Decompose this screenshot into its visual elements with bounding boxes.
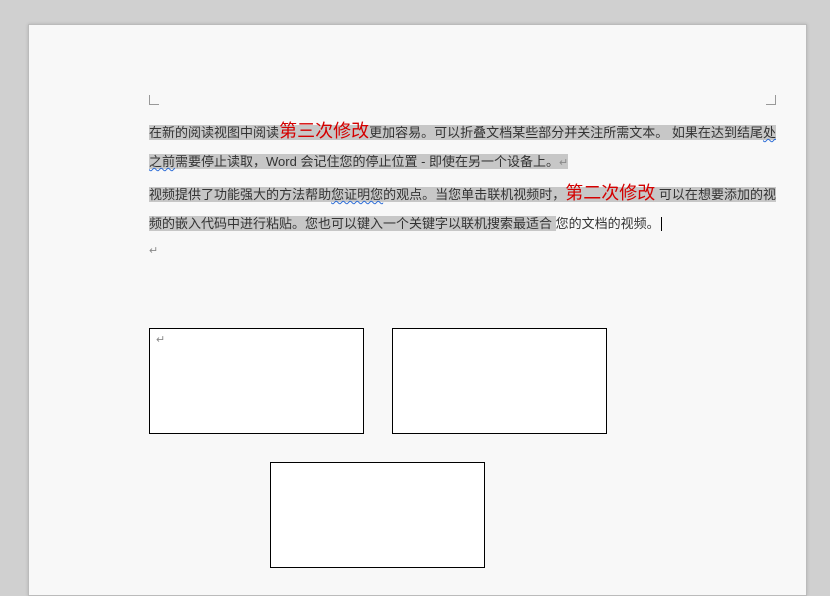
tracked-change-2[interactable]: 第二次修改: [565, 183, 655, 203]
text-segment[interactable]: 的观点。当您单击联机视频时，: [383, 187, 565, 202]
margin-corner-right: [766, 95, 776, 105]
paragraph-block[interactable]: 在新的阅读视图中阅读第三次修改更加容易。可以折叠文档某些部分并关注所需文本。 如…: [149, 113, 776, 263]
text-box-3[interactable]: [270, 462, 485, 568]
text-segment[interactable]: 更加容易。可以折叠文档某些部分并关注所需文本。: [369, 125, 668, 140]
text-cursor: [661, 217, 662, 231]
page-margin-marks: [149, 95, 776, 105]
text-segment[interactable]: 视频提供了功能强大的方法帮助: [149, 187, 331, 202]
text-box-2[interactable]: [392, 328, 607, 434]
tracked-change-1[interactable]: 第三次修改: [279, 121, 369, 141]
paragraph-mark: ↵: [559, 157, 568, 169]
text-segment[interactable]: 如果在达到结尾: [672, 125, 763, 140]
document-body[interactable]: 在新的阅读视图中阅读第三次修改更加容易。可以折叠文档某些部分并关注所需文本。 如…: [149, 113, 776, 263]
text-box-content: [393, 329, 606, 337]
paragraph-mark: ↵: [150, 329, 363, 350]
text-segment[interactable]: 您的文档的视频。: [556, 216, 660, 231]
text-box-1[interactable]: ↵: [149, 328, 364, 434]
text-box-content: [271, 463, 484, 471]
text-segment[interactable]: 需要停止读取，Word 会记住您的停止位置 - 即使在另一个设备上。: [175, 154, 559, 169]
body-text[interactable]: 在新的阅读视图中阅读第三次修改更加容易。可以折叠文档某些部分并关注所需文本。 如…: [149, 125, 776, 231]
paragraph-mark: ↵: [149, 245, 158, 257]
margin-corner-left: [149, 95, 159, 105]
proofing-mark[interactable]: 您证明您: [331, 187, 383, 202]
text-segment[interactable]: 在新的阅读视图中阅读: [149, 125, 279, 140]
document-page: 在新的阅读视图中阅读第三次修改更加容易。可以折叠文档某些部分并关注所需文本。 如…: [28, 24, 807, 596]
